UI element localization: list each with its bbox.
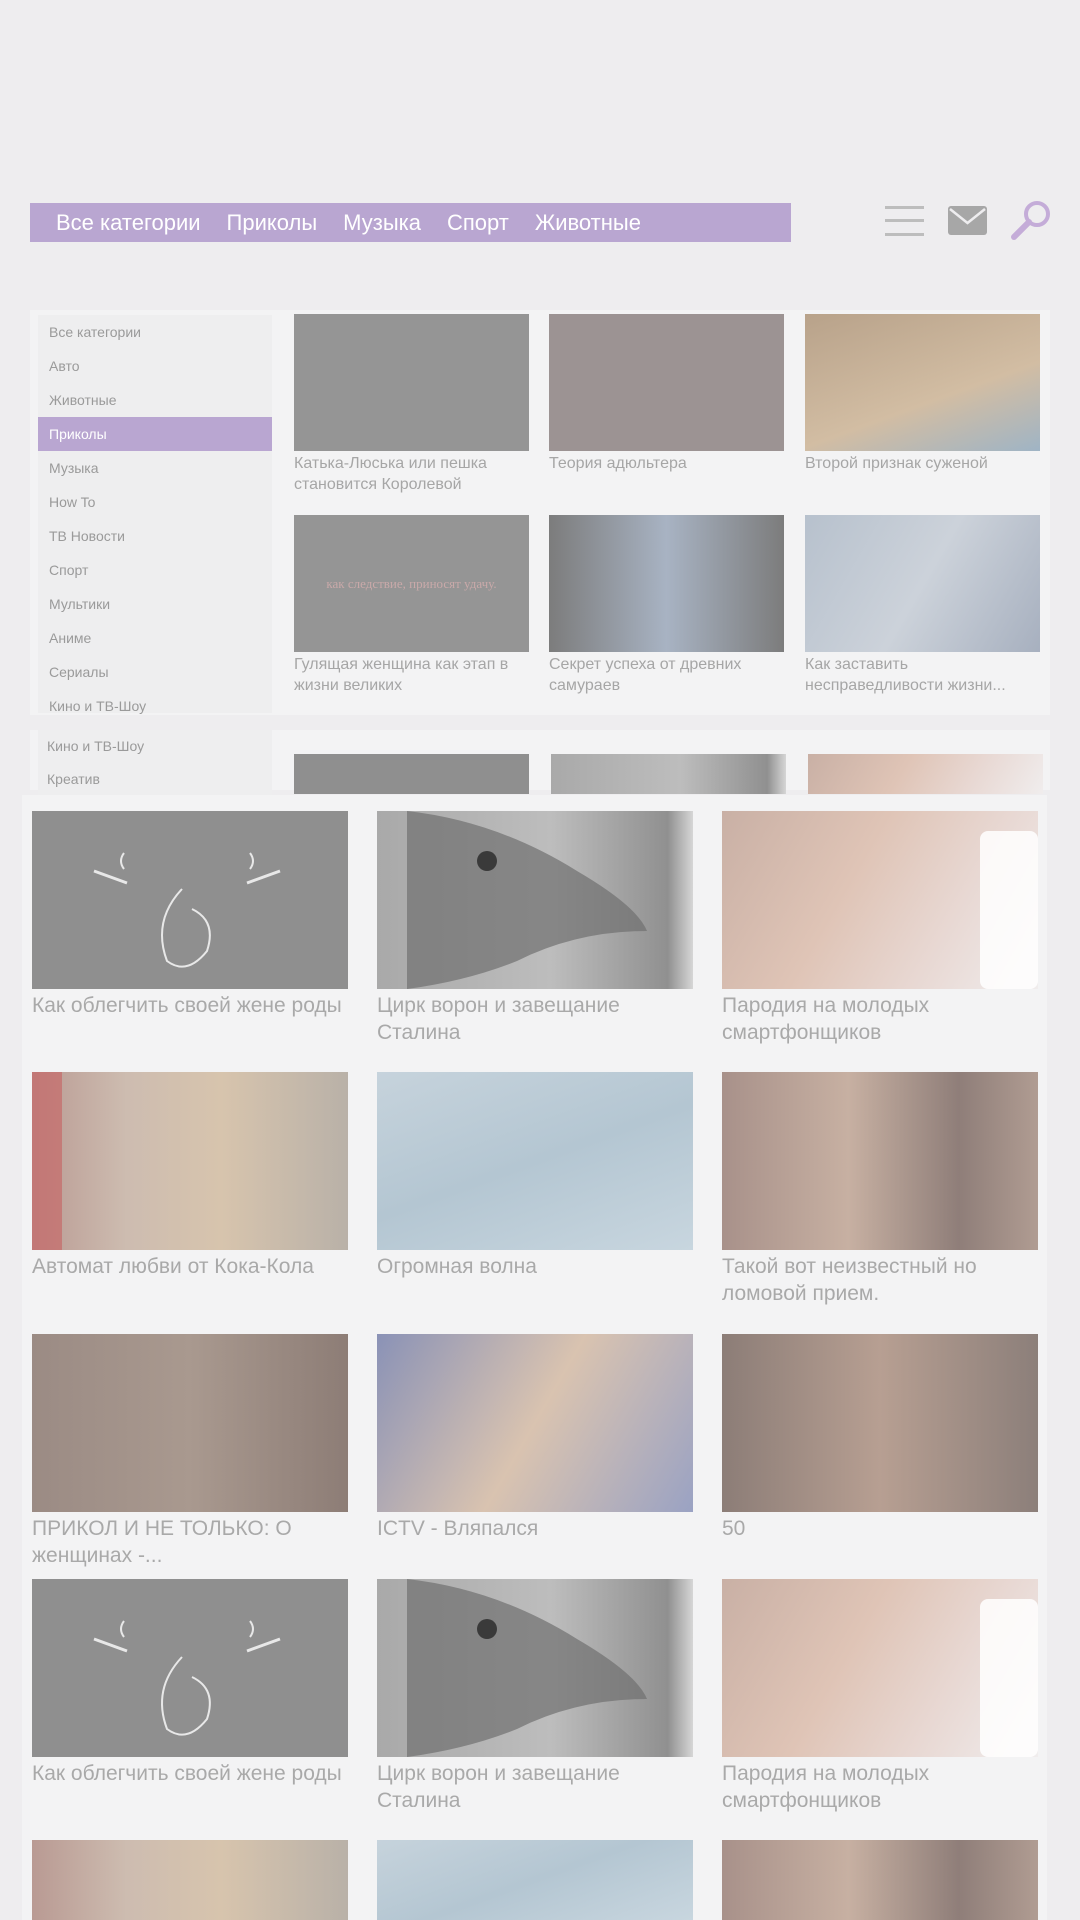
sidebar-item-anime[interactable]: Аниме	[38, 621, 272, 655]
top-nav-bar: Все категории Приколы Музыка Спорт Живот…	[30, 203, 791, 242]
video-card[interactable]: ICTV - Вляпался	[377, 1334, 693, 1542]
mail-icon[interactable]	[948, 206, 988, 236]
sidebar-item-creative[interactable]: Креатив	[38, 763, 272, 796]
video-card[interactable]: Как облегчить своей жене роды	[32, 1579, 348, 1787]
video-thumbnail[interactable]	[551, 754, 786, 794]
sidebar-item-movies[interactable]: Кино и ТВ-Шоу	[38, 730, 272, 763]
video-thumbnail[interactable]	[805, 515, 1040, 652]
sidebar-item-music[interactable]: Музыка	[38, 451, 272, 485]
sidebar-item-tv-news[interactable]: ТВ Новости	[38, 519, 272, 553]
video-card[interactable]: Цирк ворон и завещание Сталина	[377, 811, 693, 1046]
category-sidebar-secondary: Кино и ТВ-Шоу Креатив	[38, 730, 272, 795]
sidebar-item-cartoons[interactable]: Мультики	[38, 587, 272, 621]
video-thumbnail[interactable]: как следствие, приносят удачу.	[294, 515, 529, 652]
crow-drawing-icon	[407, 811, 647, 989]
video-title[interactable]: Пародия на молодых смартфонщиков	[722, 1760, 1038, 1814]
video-title[interactable]: Как заставить несправедливости жизни...	[805, 654, 1040, 696]
video-title[interactable]: Катька-Люська или пешка становится Корол…	[294, 453, 529, 495]
sidebar-item-series[interactable]: Сериалы	[38, 655, 272, 689]
video-title[interactable]: ICTV - Вляпался	[377, 1515, 693, 1542]
video-thumbnail[interactable]	[549, 314, 784, 451]
sidebar-item-howto[interactable]: How To	[38, 485, 272, 519]
video-card[interactable]: Как заставить несправедливости жизни...	[805, 515, 1040, 696]
video-title[interactable]: Второй признак суженой	[805, 453, 1040, 474]
video-card[interactable]	[32, 1840, 348, 1920]
sidebar-item-auto[interactable]: Авто	[38, 349, 272, 383]
video-title[interactable]: Гулящая женщина как этап в жизни великих	[294, 654, 529, 696]
video-thumbnail[interactable]	[549, 515, 784, 652]
video-thumbnail[interactable]	[722, 811, 1038, 989]
sidebar-item-animals[interactable]: Животные	[38, 383, 272, 417]
video-card[interactable]: Пародия на молодых смартфонщиков	[722, 811, 1038, 1046]
sidebar-item-sport[interactable]: Спорт	[38, 553, 272, 587]
video-thumbnail[interactable]	[722, 1579, 1038, 1757]
cigarette-drawing-icon	[93, 852, 281, 968]
video-title[interactable]: Как облегчить своей жене роды	[32, 1760, 348, 1787]
vending-machine-drawing-icon	[32, 1072, 62, 1250]
video-thumbnail[interactable]	[377, 1840, 693, 1920]
phone-drawing-icon	[980, 1599, 1038, 1757]
video-thumbnail[interactable]	[805, 314, 1040, 451]
video-card[interactable]: Второй признак суженой	[805, 314, 1040, 474]
video-thumbnail[interactable]	[722, 1840, 1038, 1920]
video-card[interactable]: Секрет успеха от древних самураев	[549, 515, 784, 696]
video-thumbnail[interactable]	[32, 811, 348, 989]
cigarette-drawing-icon	[93, 1620, 281, 1736]
video-thumbnail[interactable]	[377, 1579, 693, 1757]
category-sidebar: Все категории Авто Животные Приколы Музы…	[38, 315, 272, 714]
video-card[interactable]: Пародия на молодых смартфонщиков	[722, 1579, 1038, 1814]
video-card[interactable]: Такой вот неизвестный но ломовой прием.	[722, 1072, 1038, 1307]
video-title[interactable]: Такой вот неизвестный но ломовой прием.	[722, 1253, 1038, 1307]
video-card[interactable]	[377, 1840, 693, 1920]
sidebar-item-jokes[interactable]: Приколы	[38, 417, 272, 451]
video-thumbnail[interactable]	[294, 314, 529, 451]
video-thumbnail[interactable]	[808, 754, 1043, 794]
video-card[interactable]: Автомат любви от Кока-Кола	[32, 1072, 348, 1280]
video-thumbnail[interactable]	[294, 754, 529, 794]
video-card[interactable]: Как облегчить своей жене роды	[32, 811, 348, 1019]
video-title[interactable]: Секрет успеха от древних самураев	[549, 654, 784, 696]
video-title[interactable]: Пародия на молодых смартфонщиков	[722, 992, 1038, 1046]
video-thumbnail[interactable]	[32, 1579, 348, 1757]
video-thumbnail[interactable]	[377, 811, 693, 989]
video-title[interactable]: Автомат любви от Кока-Кола	[32, 1253, 348, 1280]
video-thumbnail[interactable]	[32, 1334, 348, 1512]
video-card[interactable]: Цирк ворон и завещание Сталина	[377, 1579, 693, 1814]
video-title[interactable]: Цирк ворон и завещание Сталина	[377, 1760, 693, 1814]
video-thumbnail[interactable]	[32, 1072, 348, 1250]
nav-item-music[interactable]: Музыка	[343, 210, 421, 236]
video-card[interactable]	[722, 1840, 1038, 1920]
video-card[interactable]: Огромная волна	[377, 1072, 693, 1280]
video-thumbnail[interactable]	[32, 1840, 348, 1920]
video-thumbnail[interactable]	[722, 1334, 1038, 1512]
crow-drawing-icon	[407, 1579, 647, 1757]
sidebar-item-movies[interactable]: Кино и ТВ-Шоу	[38, 689, 272, 723]
video-thumbnail[interactable]	[377, 1072, 693, 1250]
video-title[interactable]: Как облегчить своей жене роды	[32, 992, 348, 1019]
thumbnail-caption: как следствие, приносят удачу.	[326, 575, 497, 591]
nav-item-jokes[interactable]: Приколы	[227, 210, 318, 236]
video-title[interactable]: Огромная волна	[377, 1253, 693, 1280]
video-card[interactable]: 50	[722, 1334, 1038, 1542]
video-card[interactable]: Теория адюльтера	[549, 314, 784, 474]
video-card[interactable]: как следствие, приносят удачу. Гулящая ж…	[294, 515, 529, 696]
video-title[interactable]: Теория адюльтера	[549, 453, 784, 474]
video-thumbnail[interactable]	[377, 1334, 693, 1512]
video-title[interactable]: 50	[722, 1515, 1038, 1542]
nav-item-sport[interactable]: Спорт	[447, 210, 509, 236]
video-card[interactable]: Катька-Люська или пешка становится Корол…	[294, 314, 529, 495]
search-icon[interactable]	[1010, 200, 1052, 242]
video-title[interactable]: Цирк ворон и завещание Сталина	[377, 992, 693, 1046]
video-card[interactable]: ПРИКОЛ И НЕ ТОЛЬКО: О женщинах -...	[32, 1334, 348, 1569]
video-thumbnail[interactable]	[722, 1072, 1038, 1250]
menu-icon[interactable]	[885, 203, 925, 239]
sidebar-item-all[interactable]: Все категории	[38, 315, 272, 349]
video-title[interactable]: ПРИКОЛ И НЕ ТОЛЬКО: О женщинах -...	[32, 1515, 348, 1569]
nav-item-all[interactable]: Все категории	[56, 210, 201, 236]
nav-item-animals[interactable]: Животные	[535, 210, 641, 236]
phone-drawing-icon	[980, 831, 1038, 989]
